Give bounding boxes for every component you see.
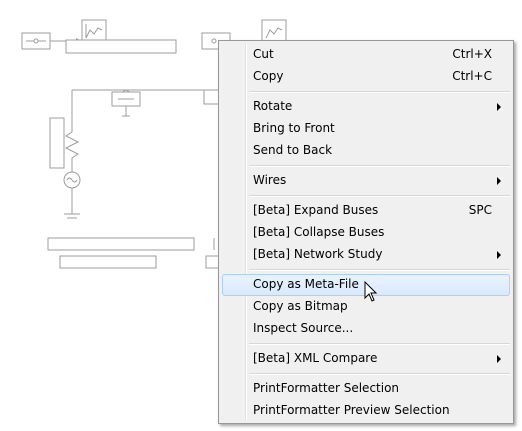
scope-icon-left[interactable] bbox=[81, 19, 107, 43]
menu-item-label: [Beta] Collapse Buses bbox=[253, 225, 385, 239]
menu-item-label: PrintFormatter Selection bbox=[253, 381, 400, 395]
arrow-pointer-icon bbox=[364, 281, 378, 302]
menu-separator bbox=[249, 91, 510, 93]
label-box-left bbox=[65, 39, 177, 54]
menu-item-label: Cut bbox=[253, 47, 274, 61]
menu-item-label: Rotate bbox=[253, 99, 293, 113]
menu-item-label: Inspect Source... bbox=[253, 321, 354, 335]
menu-item-inspect-source[interactable]: Inspect Source... bbox=[222, 318, 510, 340]
submenu-arrow-icon bbox=[497, 355, 501, 363]
menu-item-label: PrintFormatter Preview Selection bbox=[253, 403, 450, 417]
menu-item-shortcut: Ctrl+X bbox=[452, 47, 492, 61]
context-menu: Cut Ctrl+X Copy Ctrl+C Rotate Bring to Front S… bbox=[218, 40, 514, 424]
menu-item-printformatter-preview-selection[interactable]: PrintFormatter Preview Selection bbox=[222, 400, 510, 422]
menu-separator bbox=[249, 195, 510, 197]
menu-item-label: [Beta] Network Study bbox=[253, 247, 383, 261]
menu-separator bbox=[249, 269, 510, 271]
menu-item-cut[interactable]: Cut Ctrl+X bbox=[222, 44, 510, 66]
ac-source-component[interactable] bbox=[63, 168, 81, 219]
menu-item-label: Copy bbox=[253, 69, 284, 83]
menu-item-beta-xml-compare[interactable]: [Beta] XML Compare bbox=[222, 348, 510, 370]
menu-separator bbox=[249, 373, 510, 375]
menu-item-beta-collapse-buses[interactable]: [Beta] Collapse Buses bbox=[222, 222, 510, 244]
menu-item-printformatter-selection[interactable]: PrintFormatter Selection bbox=[222, 378, 510, 400]
menu-item-bring-to-front[interactable]: Bring to Front bbox=[222, 118, 510, 140]
menu-item-beta-network-study[interactable]: [Beta] Network Study bbox=[222, 244, 510, 266]
menu-item-label: Bring to Front bbox=[253, 121, 335, 135]
menu-separator bbox=[249, 165, 510, 167]
menu-item-wires[interactable]: Wires bbox=[222, 170, 510, 192]
menu-item-beta-expand-buses[interactable]: [Beta] Expand Buses SPC bbox=[222, 200, 510, 222]
menu-item-label: [Beta] Expand Buses bbox=[253, 203, 379, 217]
switch-component[interactable] bbox=[110, 89, 142, 117]
label-box-bottom-1 bbox=[47, 237, 195, 251]
menu-item-label: Wires bbox=[253, 173, 287, 187]
resistor-component[interactable] bbox=[49, 117, 80, 169]
menu-item-label: Send to Back bbox=[253, 143, 333, 157]
source-block-left[interactable] bbox=[21, 32, 51, 50]
menu-item-label: [Beta] XML Compare bbox=[253, 351, 378, 365]
submenu-arrow-icon bbox=[497, 103, 501, 111]
menu-item-rotate[interactable]: Rotate bbox=[222, 96, 510, 118]
menu-item-shortcut: SPC bbox=[468, 203, 492, 217]
menu-item-shortcut: Ctrl+C bbox=[452, 69, 492, 83]
menu-item-copy[interactable]: Copy Ctrl+C bbox=[222, 66, 510, 88]
menu-item-label: Copy as Meta-File bbox=[253, 277, 359, 291]
label-box-bottom-2 bbox=[59, 255, 157, 269]
menu-item-label: Copy as Bitmap bbox=[253, 299, 348, 313]
scope-icon-middle[interactable] bbox=[261, 19, 287, 43]
menu-item-send-to-back[interactable]: Send to Back bbox=[222, 140, 510, 162]
submenu-arrow-icon bbox=[497, 177, 501, 185]
menu-separator bbox=[249, 343, 510, 345]
submenu-arrow-icon bbox=[497, 251, 501, 259]
